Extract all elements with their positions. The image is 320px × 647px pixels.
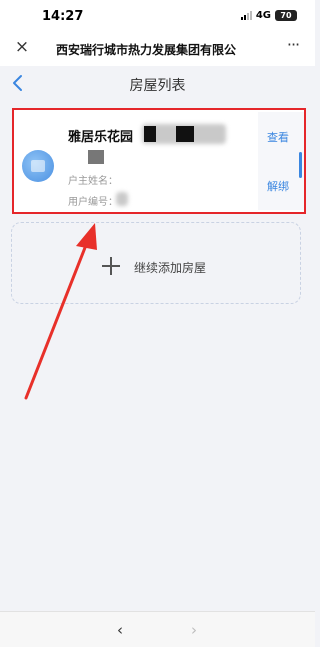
- redacted-block: [144, 126, 156, 142]
- unbind-button[interactable]: 解绑: [258, 161, 298, 210]
- card-actions: 查看 解绑: [258, 112, 304, 210]
- redacted-block: [88, 150, 104, 164]
- battery-icon: 70: [275, 10, 297, 21]
- mini-program-header: × 西安瑞行城市热力发展集团有限公 ···: [0, 32, 315, 66]
- status-time: 14:27: [42, 9, 84, 24]
- browser-bottom-bar: ‹ ›: [0, 611, 315, 647]
- nav-bar: 房屋列表: [0, 66, 315, 102]
- redacted-user-number: [116, 192, 128, 206]
- house-avatar: [22, 150, 54, 182]
- add-house-button[interactable]: 继续添加房屋: [11, 222, 301, 304]
- back-nav-button[interactable]: ‹: [112, 621, 128, 639]
- user-number-label: 用户编号：: [68, 197, 118, 208]
- page-title: 房屋列表: [129, 78, 186, 94]
- more-options-icon[interactable]: ···: [283, 36, 303, 54]
- redacted-block: [176, 126, 194, 142]
- plus-icon: [102, 257, 120, 275]
- status-bar: 14:27 4G 70: [0, 0, 315, 32]
- community-name: 雅居乐花园: [68, 130, 134, 145]
- house-info[interactable]: 雅居乐花园 户主姓名： 用户编号：: [16, 112, 254, 210]
- owner-name-label: 户主姓名：: [68, 176, 118, 187]
- close-icon[interactable]: ×: [13, 38, 31, 56]
- signal-icon: [240, 11, 252, 20]
- mini-program-title: 西安瑞行城市热力发展集团有限公: [56, 43, 237, 57]
- forward-nav-button[interactable]: ›: [186, 621, 202, 639]
- network-type: 4G: [255, 10, 271, 21]
- view-button[interactable]: 查看: [258, 112, 298, 161]
- status-indicators: 4G 70: [240, 10, 297, 21]
- house-card[interactable]: 雅居乐花园 户主姓名： 用户编号： 查看 解绑: [12, 108, 306, 214]
- scroll-indicator: [299, 152, 302, 178]
- add-house-label: 继续添加房屋: [134, 261, 207, 275]
